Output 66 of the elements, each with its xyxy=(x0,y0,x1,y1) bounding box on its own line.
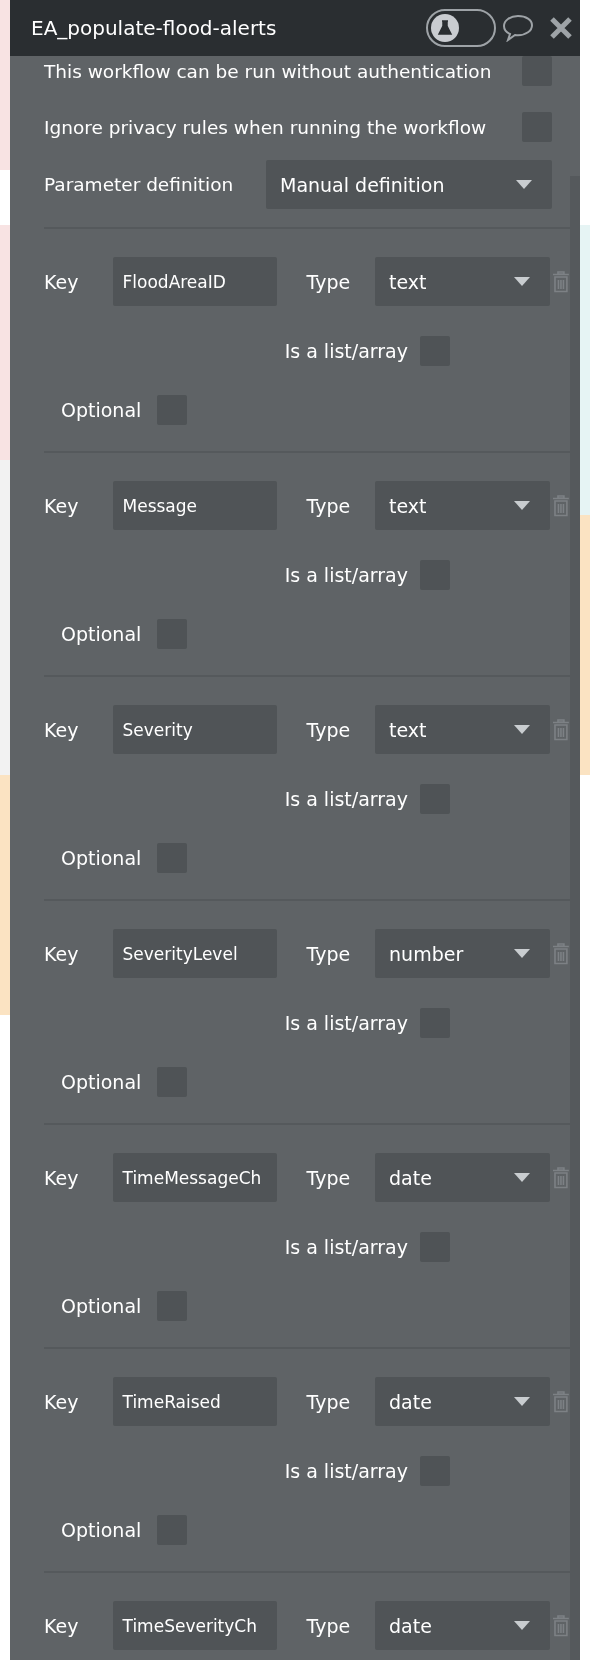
type-label: Type xyxy=(306,1390,352,1413)
list-label: Is a list/array xyxy=(284,564,408,586)
caret-icon xyxy=(514,277,531,286)
optional-label: Optional xyxy=(61,623,142,645)
trash-icon[interactable] xyxy=(552,1166,570,1189)
caret-icon xyxy=(514,949,531,958)
type-label: Type xyxy=(306,942,352,965)
key-field[interactable]: TimeMessageCh xyxy=(112,1153,277,1202)
trash-icon[interactable] xyxy=(552,1390,570,1413)
option-label: This workflow can be run without authentication xyxy=(44,60,492,82)
list-label: Is a list/array xyxy=(284,1236,408,1258)
list-label: Is a list/array xyxy=(284,1460,408,1482)
flask-icon xyxy=(431,14,459,42)
type-label: Type xyxy=(306,494,352,517)
caret-icon xyxy=(516,180,532,189)
trash-icon[interactable] xyxy=(552,718,570,741)
list-label: Is a list/array xyxy=(284,788,408,810)
type-label: Type xyxy=(306,1166,352,1189)
checkbox[interactable] xyxy=(522,56,552,86)
type-dropdown[interactable]: text xyxy=(375,257,551,306)
optional-label: Optional xyxy=(61,1519,142,1541)
key-label: Key xyxy=(44,1166,80,1189)
key-field[interactable]: FloodAreaID xyxy=(112,257,277,306)
close-icon[interactable] xyxy=(548,15,574,41)
key-label: Key xyxy=(44,718,80,741)
key-label: Key xyxy=(44,1614,80,1637)
scrollbar[interactable] xyxy=(570,176,580,1660)
trash-icon[interactable] xyxy=(552,270,570,293)
window-title: EA_populate-flood-alerts xyxy=(31,16,278,40)
type-label: Type xyxy=(306,1614,352,1637)
caret-icon xyxy=(514,501,531,510)
parameter-definition-label: Parameter definition xyxy=(44,174,234,195)
type-dropdown[interactable]: number xyxy=(375,929,551,978)
test-mode-toggle[interactable] xyxy=(426,9,496,47)
caret-icon xyxy=(514,1397,531,1406)
caret-icon xyxy=(514,725,531,734)
speech-bubble-icon[interactable] xyxy=(502,14,534,42)
caret-icon xyxy=(514,1173,531,1182)
optional-label: Optional xyxy=(61,1295,142,1317)
list-label: Is a list/array xyxy=(284,1012,408,1034)
type-dropdown[interactable]: date xyxy=(375,1153,551,1202)
optional-label: Optional xyxy=(61,1071,142,1093)
trash-icon[interactable] xyxy=(552,494,570,517)
key-label: Key xyxy=(44,494,80,517)
key-field[interactable]: Message xyxy=(112,481,277,530)
key-field[interactable]: TimeRaised xyxy=(112,1377,277,1426)
type-dropdown[interactable]: date xyxy=(375,1601,551,1650)
trash-icon[interactable] xyxy=(552,1614,570,1637)
parameter-definition-dropdown[interactable]: Manual definition xyxy=(266,160,552,209)
list-label: Is a list/array xyxy=(284,340,408,362)
trash-icon[interactable] xyxy=(552,942,570,965)
type-dropdown[interactable]: date xyxy=(375,1377,551,1426)
key-label: Key xyxy=(44,270,80,293)
type-dropdown[interactable]: text xyxy=(375,705,551,754)
key-field[interactable]: TimeSeverityCh xyxy=(112,1601,277,1650)
optional-label: Optional xyxy=(61,399,142,421)
type-label: Type xyxy=(306,270,352,293)
caret-icon xyxy=(514,1621,531,1630)
type-dropdown[interactable]: text xyxy=(375,481,551,530)
type-label: Type xyxy=(306,718,352,741)
key-field[interactable]: SeverityLevel xyxy=(112,929,277,978)
key-label: Key xyxy=(44,1390,80,1413)
key-label: Key xyxy=(44,942,80,965)
optional-label: Optional xyxy=(61,847,142,869)
key-field[interactable]: Severity xyxy=(112,705,277,754)
option-label: Ignore privacy rules when running the workflow xyxy=(44,116,487,138)
